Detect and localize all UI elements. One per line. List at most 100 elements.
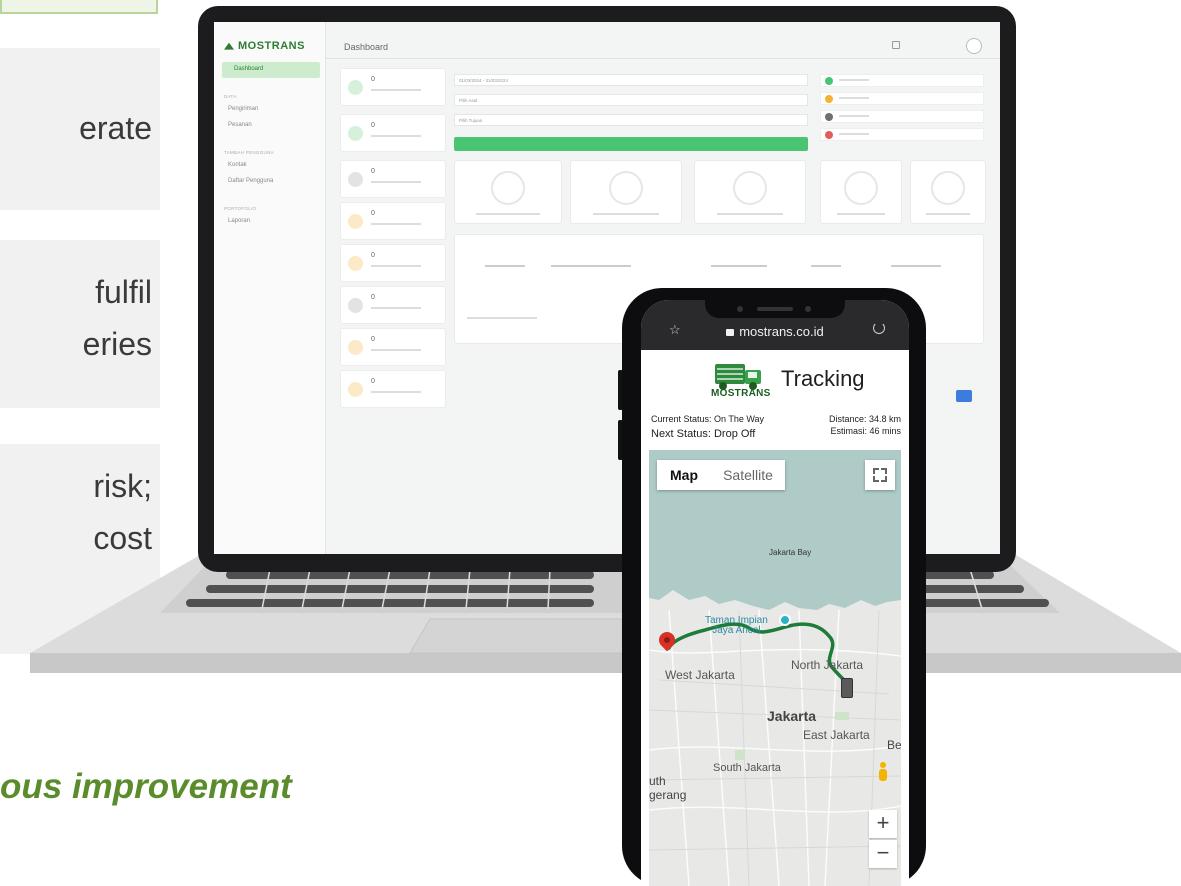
sidebar-section-users: TAMBAH PENGGUNA <box>224 150 274 155</box>
stat-icon <box>348 126 363 141</box>
table-header-cell <box>711 265 767 267</box>
notification-icon[interactable] <box>892 41 900 49</box>
fullscreen-corner-icon <box>873 476 879 482</box>
origin-placeholder: Pilih Asal <box>459 98 478 103</box>
gauge-ring <box>733 171 767 205</box>
stat-icon <box>348 298 363 313</box>
dashboard-brand: MOSTRANS <box>238 40 305 52</box>
sidebar-section-portfolio: PORTOFOLIO <box>224 206 257 211</box>
slide-tagline: ous improvement <box>0 767 292 806</box>
table-header-cell <box>811 265 841 267</box>
slide-card-1: erate <box>0 48 160 210</box>
estimate-value: Estimasi: 46 mins <box>830 426 901 436</box>
table-header-cell <box>891 265 941 267</box>
mostrans-logo: MOSTRANS <box>703 360 779 404</box>
street-view-pegman-icon[interactable] <box>877 762 889 784</box>
stat-icon <box>348 256 363 271</box>
browser-url-bar[interactable]: ☆ mostrans.co.id <box>641 300 909 350</box>
table-footer-text <box>467 317 537 319</box>
stat-value: 0 <box>371 252 375 259</box>
stat-icon <box>348 382 363 397</box>
zoom-out-button[interactable]: − <box>869 840 897 868</box>
legend-item <box>820 74 984 87</box>
gauge-caption <box>837 213 885 215</box>
date-range-input[interactable]: 01/03/2024 - 31/03/2024 <box>454 74 808 86</box>
laptop-base <box>30 555 1181 685</box>
phone-screen: ☆ mostrans.co.id MOSTRANS Tracking Curre… <box>641 300 909 886</box>
map-label-west: West Jakarta <box>665 668 735 682</box>
legend-label <box>839 97 869 99</box>
stat-label <box>371 349 421 351</box>
reload-icon[interactable] <box>873 322 885 334</box>
table-header-cell <box>485 265 525 267</box>
stat-card: 0 <box>340 328 446 366</box>
map-label-central: Jakarta <box>767 708 817 724</box>
legend-swatch <box>825 77 833 85</box>
legend-label <box>839 133 869 135</box>
stat-card: 0 <box>340 370 446 408</box>
park-pin-icon <box>779 614 791 626</box>
stat-value: 0 <box>371 294 375 301</box>
stat-label <box>371 307 421 309</box>
stat-icon <box>348 172 363 187</box>
slide-card-2: fulfil eries <box>0 240 160 408</box>
stat-label <box>371 181 421 183</box>
route-map[interactable]: Map Satellite Jakarta Bay Taman Impian J… <box>649 450 901 886</box>
gauge-caption <box>925 213 971 215</box>
map-type-toggle[interactable]: Map Satellite <box>657 460 785 490</box>
stat-icon <box>348 340 363 355</box>
stat-label <box>371 391 421 393</box>
sidebar-item-pengiriman[interactable]: Pengiriman <box>228 106 258 112</box>
legend-swatch <box>825 113 833 121</box>
gauge-ring <box>844 171 878 205</box>
gauge-card <box>820 160 902 224</box>
sidebar-item-dashboard[interactable]: Dashboard <box>222 62 320 78</box>
map-tab[interactable]: Map <box>657 460 711 490</box>
legend-label <box>839 79 869 81</box>
stat-card: 0 <box>340 68 446 106</box>
chat-button[interactable] <box>956 390 972 402</box>
sidebar-item-kontak[interactable]: Kontak <box>228 162 247 168</box>
phone-notch <box>705 300 845 318</box>
apply-filter-button[interactable] <box>454 137 808 151</box>
camera-icon <box>737 306 743 312</box>
stat-label <box>371 89 421 91</box>
stat-value: 0 <box>371 378 375 385</box>
stat-icon <box>348 80 363 95</box>
gauge-card <box>570 160 682 224</box>
sidebar-item-pesanan[interactable]: Pesanan <box>228 122 252 128</box>
stat-card: 0 <box>340 202 446 240</box>
dashboard-title: Dashboard <box>344 42 389 52</box>
slide-card-2-line-2: eries <box>82 326 152 362</box>
stat-label <box>371 135 421 137</box>
speaker-icon <box>757 307 793 311</box>
stat-label <box>371 265 421 267</box>
satellite-tab[interactable]: Satellite <box>711 460 785 490</box>
sidebar-item-laporan[interactable]: Laporan <box>228 218 250 224</box>
map-label-park: Taman Impian Jaya Ancol <box>705 616 768 636</box>
map-label-east: East Jakarta <box>803 728 870 742</box>
legend-swatch <box>825 131 833 139</box>
origin-pin-dot <box>664 637 670 643</box>
zoom-in-button[interactable]: + <box>869 810 897 838</box>
gauge-card <box>454 160 562 224</box>
gauge-ring <box>609 171 643 205</box>
stat-card: 0 <box>340 286 446 324</box>
fullscreen-corner-icon <box>881 468 887 474</box>
legend-item <box>820 92 984 105</box>
stat-value: 0 <box>371 168 375 175</box>
gauge-ring <box>491 171 525 205</box>
avatar[interactable] <box>966 38 982 54</box>
fullscreen-corner-icon <box>881 476 887 482</box>
stat-value: 0 <box>371 210 375 217</box>
stat-card: 0 <box>340 114 446 152</box>
sidebar-item-daftar-pengguna[interactable]: Daftar Pengguna <box>228 178 273 184</box>
legend-item <box>820 110 984 123</box>
fullscreen-button[interactable] <box>865 460 895 490</box>
url-text: mostrans.co.id <box>641 324 909 339</box>
destination-select[interactable]: Pilih Tujuan <box>454 114 808 126</box>
origin-select[interactable]: Pilih Asal <box>454 94 808 106</box>
dashboard-sidebar: MOSTRANS Dashboard DATA Pengiriman Pesan… <box>214 22 326 554</box>
destination-placeholder: Pilih Tujuan <box>459 118 483 123</box>
sensor-icon <box>805 306 811 312</box>
